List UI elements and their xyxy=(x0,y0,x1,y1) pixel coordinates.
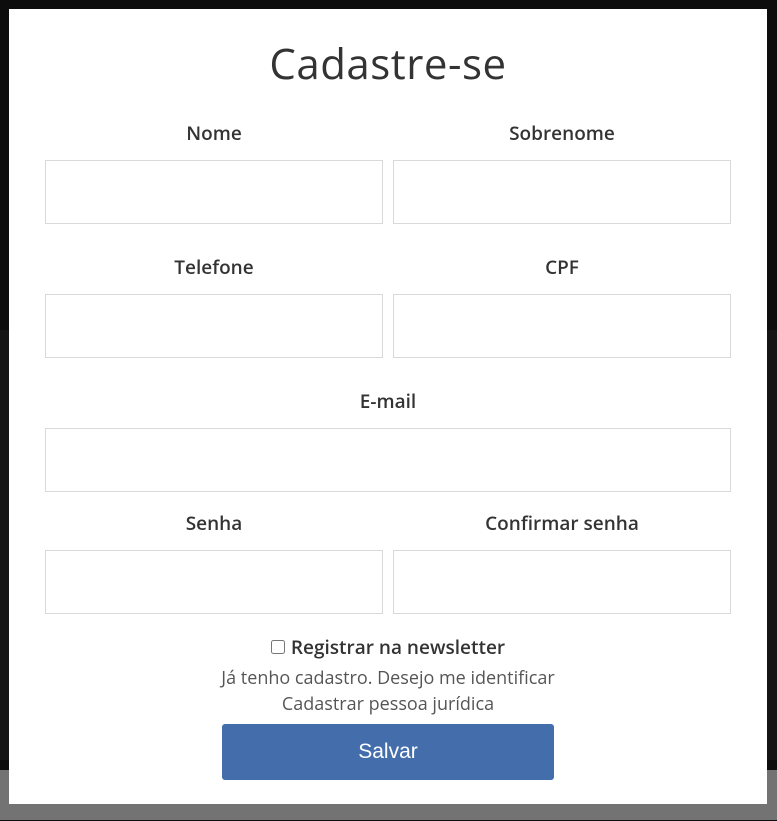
confirm-password-field-group: Confirmar senha xyxy=(393,510,731,614)
first-name-input[interactable] xyxy=(45,160,383,224)
save-button[interactable]: Salvar xyxy=(222,724,554,780)
phone-input[interactable] xyxy=(45,294,383,358)
email-field-group: E-mail xyxy=(45,388,731,492)
email-label: E-mail xyxy=(45,388,731,414)
newsletter-label[interactable]: Registrar na newsletter xyxy=(291,634,505,660)
first-name-label: Nome xyxy=(45,120,383,146)
signup-modal: Cadastre-se Nome Sobrenome Telefone CPF xyxy=(9,9,767,804)
cpf-field-group: CPF xyxy=(393,254,731,358)
phone-label: Telefone xyxy=(45,254,383,280)
first-name-field-group: Nome xyxy=(45,120,383,224)
signup-modal-body[interactable]: Cadastre-se Nome Sobrenome Telefone CPF xyxy=(9,9,767,804)
confirm-password-label: Confirmar senha xyxy=(393,510,731,536)
modal-title: Cadastre-se xyxy=(45,35,731,92)
last-name-label: Sobrenome xyxy=(393,120,731,146)
register-company-link[interactable]: Cadastrar pessoa jurídica xyxy=(45,692,731,716)
password-input[interactable] xyxy=(45,550,383,614)
newsletter-checkbox[interactable] xyxy=(271,640,285,654)
email-input[interactable] xyxy=(45,428,731,492)
last-name-input[interactable] xyxy=(393,160,731,224)
password-field-group: Senha xyxy=(45,510,383,614)
cpf-label: CPF xyxy=(393,254,731,280)
confirm-password-input[interactable] xyxy=(393,550,731,614)
login-link[interactable]: Já tenho cadastro. Desejo me identificar xyxy=(45,666,731,690)
last-name-field-group: Sobrenome xyxy=(393,120,731,224)
phone-field-group: Telefone xyxy=(45,254,383,358)
newsletter-row: Registrar na newsletter xyxy=(45,634,731,660)
password-label: Senha xyxy=(45,510,383,536)
cpf-input[interactable] xyxy=(393,294,731,358)
